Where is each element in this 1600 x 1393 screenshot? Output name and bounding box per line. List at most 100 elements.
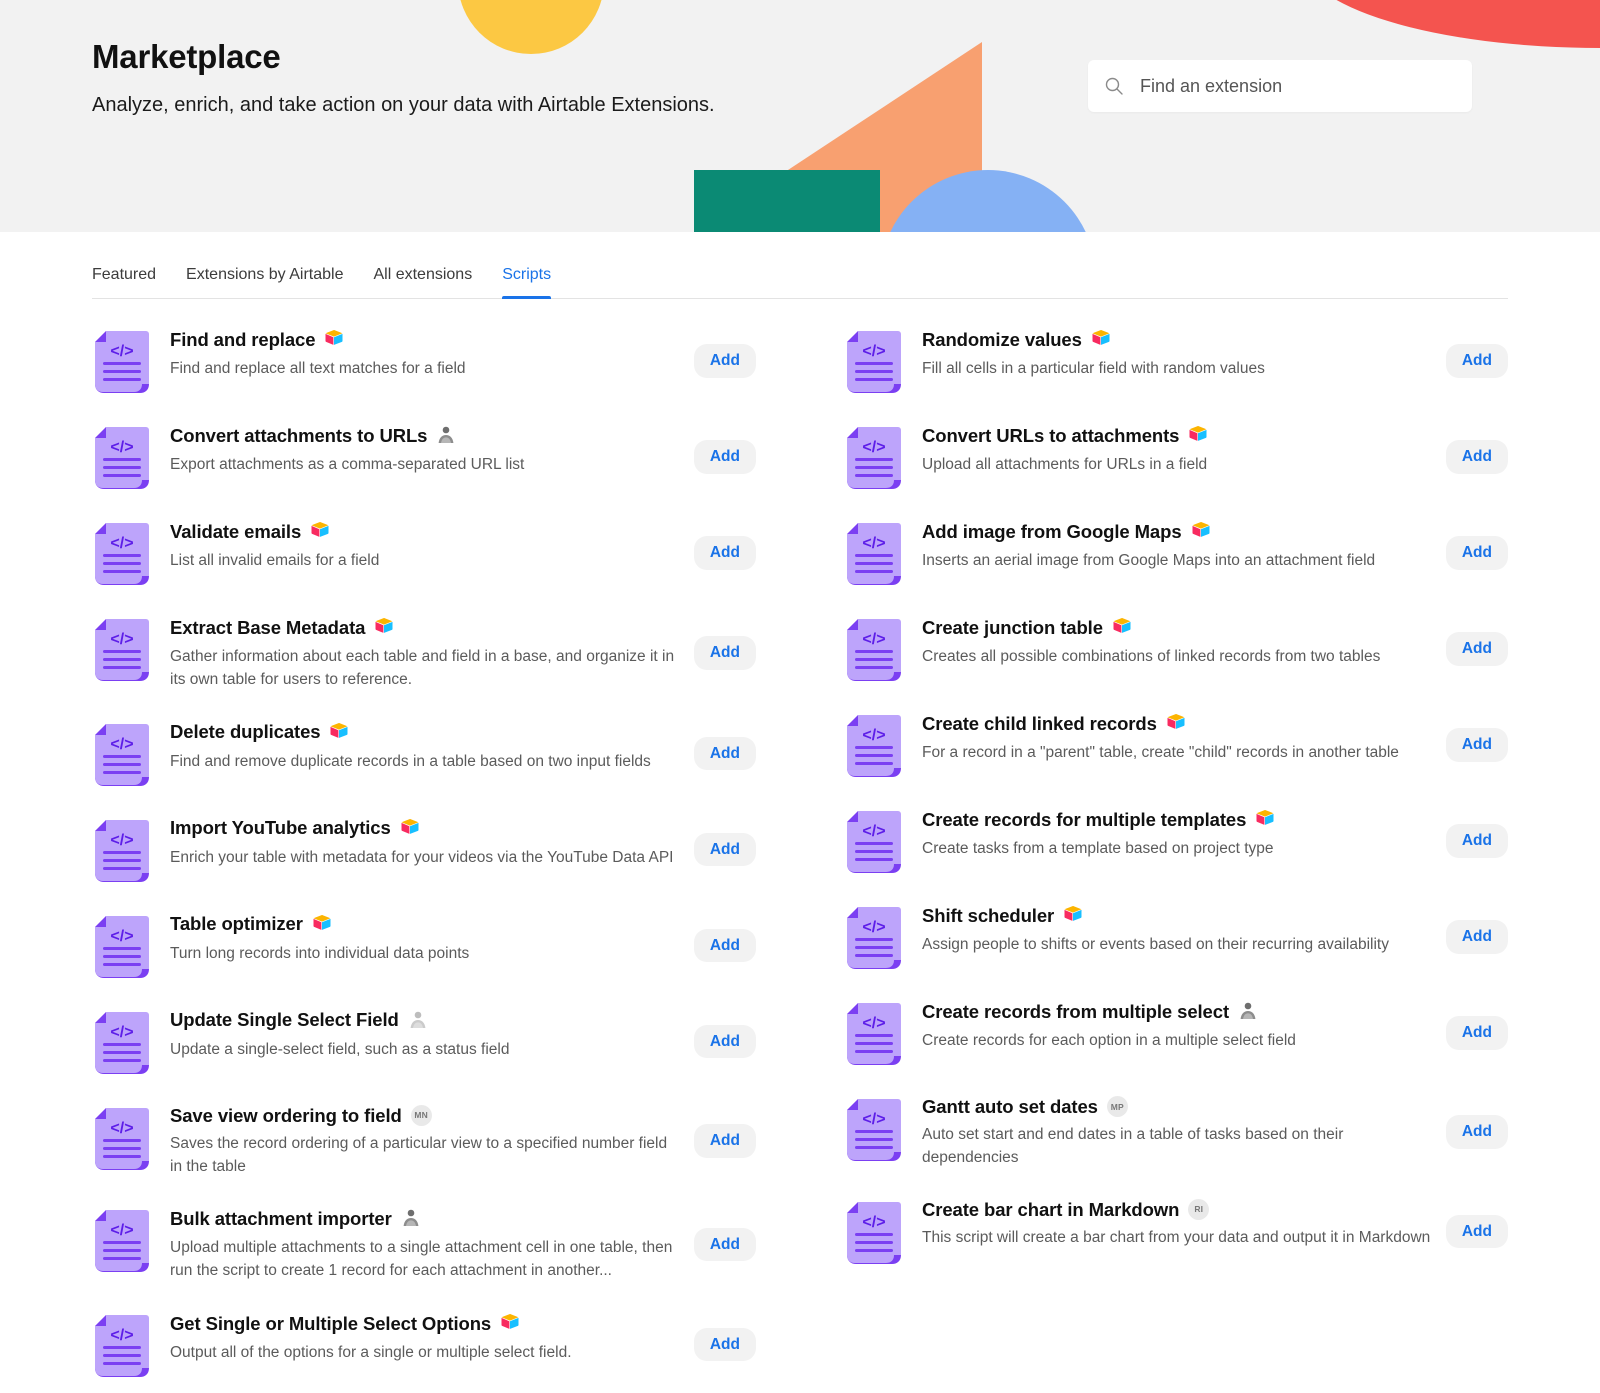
airtable-logo-badge <box>1191 519 1211 544</box>
svg-text:</>: </> <box>862 1214 885 1231</box>
airtable-logo-badge <box>329 720 349 745</box>
list-item-body: Create bar chart in Markdown RI This scr… <box>922 1198 1446 1249</box>
airtable-logo-badge <box>1063 903 1083 928</box>
list-item-body: Randomize values Fill all cells in a par… <box>922 327 1446 380</box>
author-initials-badge: MP <box>1107 1096 1128 1117</box>
add-button[interactable]: Add <box>1446 344 1508 378</box>
list-item[interactable]: </> Create records for multiple template… <box>844 793 1508 889</box>
author-initials-badge: RI <box>1188 1199 1209 1220</box>
tab-extensions-by-airtable[interactable]: Extensions by Airtable <box>186 260 343 298</box>
list-item[interactable]: </> Delete duplicates Find and remove du… <box>92 706 756 802</box>
script-file-icon: </> <box>844 617 906 683</box>
list-item-description: Create records for each option in a mult… <box>922 1029 1434 1052</box>
list-item[interactable]: </> Update Single Select Field Update a … <box>92 994 756 1090</box>
svg-text:</>: </> <box>110 832 133 849</box>
add-button[interactable]: Add <box>694 536 756 570</box>
list-item-title: Bulk attachment importer <box>170 1207 392 1230</box>
list-item[interactable]: </> Table optimizer Turn long records in… <box>92 898 756 994</box>
airtable-logo-icon <box>1166 711 1186 731</box>
svg-text:</>: </> <box>110 1222 133 1239</box>
list-item-body: Extract Base Metadata Gather information… <box>170 615 694 692</box>
list-item[interactable]: </> Gantt auto set dates MP Auto set sta… <box>844 1081 1508 1184</box>
list-item-title: Save view ordering to field <box>170 1104 402 1127</box>
add-button[interactable]: Add <box>1446 1016 1508 1050</box>
svg-text:</>: </> <box>110 631 133 648</box>
list-item-title-row: Add image from Google Maps <box>922 519 1434 544</box>
add-button[interactable]: Add <box>694 1328 756 1362</box>
add-button[interactable]: Add <box>1446 632 1508 666</box>
svg-text:</>: </> <box>862 535 885 552</box>
list-item[interactable]: </> Convert URLs to attachments Upload a… <box>844 409 1508 505</box>
list-item[interactable]: </> Shift scheduler Assign people to shi… <box>844 889 1508 985</box>
add-button[interactable]: Add <box>694 737 756 771</box>
list-item[interactable]: </> Create bar chart in Markdown RI This… <box>844 1184 1508 1280</box>
script-file-icon: </> <box>92 329 154 395</box>
list-item[interactable]: </> Save view ordering to field MN Saves… <box>92 1090 756 1193</box>
tab-featured[interactable]: Featured <box>92 260 156 298</box>
list-item[interactable]: </> Get Single or Multiple Select Option… <box>92 1297 756 1393</box>
list-item[interactable]: </> Bulk attachment importer Upload mult… <box>92 1192 756 1297</box>
list-item[interactable]: </> Create junction table Creates all po… <box>844 601 1508 697</box>
list-item[interactable]: </> Validate emails List all invalid ema… <box>92 505 756 601</box>
add-button[interactable]: Add <box>1446 728 1508 762</box>
add-button[interactable]: Add <box>1446 536 1508 570</box>
add-button[interactable]: Add <box>1446 824 1508 858</box>
script-file-icon: </> <box>844 809 906 875</box>
list-item-body: Get Single or Multiple Select Options Ou… <box>170 1311 694 1364</box>
list-item-title: Delete duplicates <box>170 720 320 743</box>
airtable-logo-icon <box>329 720 349 740</box>
svg-text:</>: </> <box>110 1327 133 1344</box>
add-button[interactable]: Add <box>1446 1115 1508 1149</box>
search-input[interactable] <box>1138 75 1456 98</box>
add-button[interactable]: Add <box>694 440 756 474</box>
script-file-icon: </> <box>92 1106 154 1172</box>
add-button[interactable]: Add <box>694 833 756 867</box>
add-button[interactable]: Add <box>694 929 756 963</box>
list-item[interactable]: </> Find and replace Find and replace al… <box>92 313 756 409</box>
add-button[interactable]: Add <box>1446 920 1508 954</box>
add-button[interactable]: Add <box>694 1124 756 1158</box>
list-item[interactable]: </> Extract Base Metadata Gather informa… <box>92 601 756 706</box>
list-item-description: List all invalid emails for a field <box>170 549 682 572</box>
list-item-title: Shift scheduler <box>922 904 1054 927</box>
svg-text:</>: </> <box>110 343 133 360</box>
list-item-description: Creates all possible combinations of lin… <box>922 645 1434 668</box>
add-button[interactable]: Add <box>1446 440 1508 474</box>
add-button[interactable]: Add <box>694 1025 756 1059</box>
list-item[interactable]: </> Convert attachments to URLs Export a… <box>92 409 756 505</box>
list-item-description: Assign people to shifts or events based … <box>922 933 1434 956</box>
script-file-icon: </> <box>92 914 154 980</box>
list-item[interactable]: </> Create records from multiple select … <box>844 985 1508 1081</box>
list-item-title: Randomize values <box>922 328 1082 351</box>
list-item[interactable]: </> Import YouTube analytics Enrich your… <box>92 802 756 898</box>
airtable-logo-badge <box>312 912 332 937</box>
list-item-description: Enrich your table with metadata for your… <box>170 846 682 869</box>
list-item-title-row: Gantt auto set dates MP <box>922 1095 1434 1118</box>
list-item-title: Create bar chart in Markdown <box>922 1198 1179 1221</box>
list-item[interactable]: </> Randomize values Fill all cells in a… <box>844 313 1508 409</box>
list-item-body: Create records for multiple templates Cr… <box>922 807 1446 860</box>
list-item[interactable]: </> Add image from Google Maps Inserts a… <box>844 505 1508 601</box>
svg-text:</>: </> <box>110 1120 133 1137</box>
tab-scripts[interactable]: Scripts <box>502 260 551 298</box>
list-item-body: Create records from multiple select Crea… <box>922 999 1446 1052</box>
list-item-title-row: Save view ordering to field MN <box>170 1104 682 1127</box>
list-item-title: Find and replace <box>170 328 315 351</box>
search-icon <box>1104 76 1124 96</box>
add-button[interactable]: Add <box>694 636 756 670</box>
list-item[interactable]: </> Create child linked records For a re… <box>844 697 1508 793</box>
add-button[interactable]: Add <box>694 1228 756 1262</box>
add-button[interactable]: Add <box>694 344 756 378</box>
add-button[interactable]: Add <box>1446 1215 1508 1249</box>
list-item-title-row: Update Single Select Field <box>170 1008 682 1033</box>
list-item-description: Saves the record ordering of a particula… <box>170 1132 682 1179</box>
list-item-description: Turn long records into individual data p… <box>170 942 682 965</box>
tab-all-extensions[interactable]: All extensions <box>373 260 472 298</box>
airtable-logo-badge <box>1188 423 1208 448</box>
script-file-icon: </> <box>844 713 906 779</box>
list-item-title-row: Create bar chart in Markdown RI <box>922 1198 1434 1221</box>
list-item-description: Output all of the options for a single o… <box>170 1341 682 1364</box>
script-file-icon: </> <box>844 1200 906 1266</box>
list-item-description: For a record in a "parent" table, create… <box>922 741 1434 764</box>
search-box[interactable] <box>1088 60 1472 112</box>
